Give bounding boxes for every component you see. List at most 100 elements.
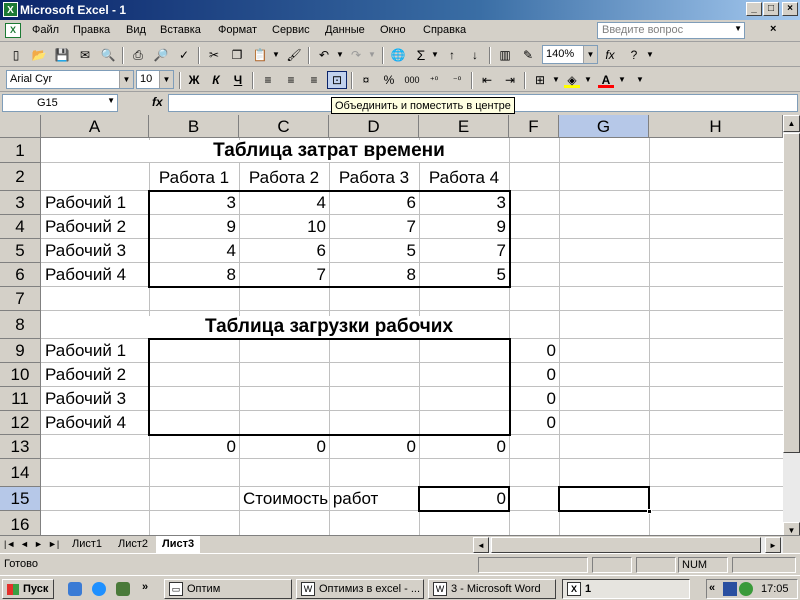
print-preview-icon[interactable]: 🔎 xyxy=(153,47,169,63)
row-header-14[interactable]: 14 xyxy=(0,459,41,487)
row-sum-cell[interactable]: 0 xyxy=(509,340,559,362)
taskbar-button-word[interactable]: W 3 - Microsoft Word xyxy=(428,579,556,599)
increase-decimal-icon[interactable]: ⁺⁰ xyxy=(426,72,442,88)
worker-label[interactable]: Рабочий 4 xyxy=(45,264,126,286)
row-header-1[interactable]: 1 xyxy=(0,138,41,163)
chevron-down-icon[interactable]: ▼ xyxy=(580,72,596,88)
copy-icon[interactable]: ❐ xyxy=(229,47,245,63)
chevron-down-icon[interactable]: ▼ xyxy=(614,72,630,88)
taskbar-button-optim[interactable]: ▭ Оптим xyxy=(164,579,292,599)
menu-edit[interactable]: Правка xyxy=(73,24,110,36)
worker-label[interactable]: Рабочий 4 xyxy=(45,412,126,434)
first-sheet-icon[interactable]: |◄ xyxy=(4,539,15,549)
menu-view[interactable]: Вид xyxy=(126,24,146,36)
column-header-f[interactable]: F xyxy=(509,115,559,138)
row-header-13[interactable]: 13 xyxy=(0,435,41,459)
print-icon[interactable]: ⎙ xyxy=(130,47,146,63)
chart-wizard-icon[interactable]: ▥ xyxy=(497,47,513,63)
percent-button[interactable]: % xyxy=(381,72,397,88)
column-header-e[interactable]: E xyxy=(419,115,509,138)
spelling-icon[interactable]: ✓ xyxy=(176,47,192,63)
sort-ascending-icon[interactable]: ↑ xyxy=(444,47,460,63)
internet-explorer-icon[interactable] xyxy=(92,582,106,596)
column-header-g[interactable]: G xyxy=(559,115,649,138)
load-table-title[interactable]: Таблица загрузки рабочих xyxy=(149,316,509,338)
font-color-icon[interactable]: A xyxy=(598,72,614,88)
help-icon[interactable]: ? xyxy=(626,47,642,63)
next-sheet-icon[interactable]: ► xyxy=(34,539,43,549)
worker-label[interactable]: Рабочий 1 xyxy=(45,192,126,214)
drawing-icon[interactable]: ✎ xyxy=(520,47,536,63)
merge-and-center-icon[interactable]: ⊡ xyxy=(327,71,347,89)
start-button[interactable]: Пуск xyxy=(2,579,54,599)
row-header-3[interactable]: 3 xyxy=(0,191,41,215)
row-header-15[interactable]: 15 xyxy=(0,487,41,511)
row-sum-cell[interactable]: 0 xyxy=(509,412,559,434)
fx-icon[interactable]: fx xyxy=(152,95,163,109)
sheet-tab-3[interactable]: Лист3 xyxy=(156,536,201,553)
header-cell[interactable]: Работа 3 xyxy=(329,167,419,189)
menu-format[interactable]: Формат xyxy=(218,24,257,36)
row-header-12[interactable]: 12 xyxy=(0,411,41,435)
insert-function-icon[interactable]: fx xyxy=(602,47,618,63)
format-painter-icon[interactable]: 🖌 xyxy=(286,47,302,63)
name-box[interactable]: G15 ▼ xyxy=(2,94,118,112)
row-header-11[interactable]: 11 xyxy=(0,387,41,411)
bold-button[interactable]: Ж xyxy=(186,72,202,88)
col-sum-cell[interactable]: 0 xyxy=(149,436,239,458)
column-header-d[interactable]: D xyxy=(329,115,419,138)
time-table-title[interactable]: Таблица затрат времени xyxy=(149,140,509,162)
toolbar-options-icon[interactable]: ▼ xyxy=(632,72,648,88)
cost-label[interactable]: Стоимость работ xyxy=(243,488,378,510)
search-icon[interactable]: 🔍 xyxy=(100,47,116,63)
workbook-icon[interactable]: X xyxy=(5,23,21,38)
scroll-thumb[interactable] xyxy=(783,133,800,453)
chevron-down-icon[interactable]: ▼ xyxy=(119,71,133,88)
taskbar-button-excel[interactable]: X1 xyxy=(562,579,690,599)
row-sum-cell[interactable]: 0 xyxy=(509,388,559,410)
row-sum-cell[interactable]: 0 xyxy=(509,364,559,386)
thousands-button[interactable]: 000 xyxy=(401,72,423,88)
align-center-icon[interactable]: ≡ xyxy=(283,72,299,88)
outlook-express-icon[interactable] xyxy=(116,582,130,596)
paste-icon[interactable]: 📋 xyxy=(252,47,268,63)
row-header-7[interactable]: 7 xyxy=(0,287,41,311)
worker-label[interactable]: Рабочий 2 xyxy=(45,364,126,386)
header-cell[interactable]: Работа 2 xyxy=(239,167,329,189)
worker-label[interactable]: Рабочий 3 xyxy=(45,240,126,262)
sheet-tab-1[interactable]: Лист1 xyxy=(66,536,109,553)
menu-help[interactable]: Справка xyxy=(423,24,466,36)
undo-icon[interactable]: ↶ xyxy=(316,47,332,63)
prev-sheet-icon[interactable]: ◄ xyxy=(20,539,29,549)
chevron-down-icon[interactable]: ▼ xyxy=(107,96,115,105)
menu-window[interactable]: Окно xyxy=(380,24,406,36)
row-header-6[interactable]: 6 xyxy=(0,263,41,287)
italic-button[interactable]: К xyxy=(208,72,224,88)
align-left-icon[interactable]: ≡ xyxy=(260,72,276,88)
security-icon[interactable] xyxy=(723,582,737,596)
column-header-a[interactable]: A xyxy=(41,115,149,138)
decrease-decimal-icon[interactable]: ⁻⁰ xyxy=(449,72,465,88)
align-right-icon[interactable]: ≡ xyxy=(306,72,322,88)
row-header-5[interactable]: 5 xyxy=(0,239,41,263)
worker-label[interactable]: Рабочий 1 xyxy=(45,340,126,362)
last-sheet-icon[interactable]: ►| xyxy=(48,539,59,549)
zoom-select[interactable]: 140% ▼ xyxy=(542,45,598,64)
cut-icon[interactable]: ✂ xyxy=(206,47,222,63)
sheet-tab-2[interactable]: Лист2 xyxy=(112,536,155,553)
row-header-4[interactable]: 4 xyxy=(0,215,41,239)
permission-icon[interactable]: ✉ xyxy=(77,47,93,63)
header-cell[interactable]: Работа 4 xyxy=(419,167,509,189)
scroll-right-icon[interactable]: ► xyxy=(765,537,781,553)
save-icon[interactable]: 💾 xyxy=(54,47,70,63)
chevron-right-icon[interactable]: » xyxy=(142,581,148,593)
col-sum-cell[interactable]: 0 xyxy=(419,436,509,458)
header-cell[interactable]: Работа 1 xyxy=(149,167,239,189)
sort-descending-icon[interactable]: ↓ xyxy=(467,47,483,63)
menu-data[interactable]: Данные xyxy=(325,24,365,36)
fill-color-icon[interactable]: ◈ xyxy=(564,72,580,88)
col-sum-cell[interactable]: 0 xyxy=(329,436,419,458)
chevron-left-icon[interactable]: « xyxy=(709,582,715,594)
minimize-button[interactable]: _ xyxy=(746,2,762,16)
vertical-scrollbar[interactable]: ▲ ▼ xyxy=(783,115,800,539)
